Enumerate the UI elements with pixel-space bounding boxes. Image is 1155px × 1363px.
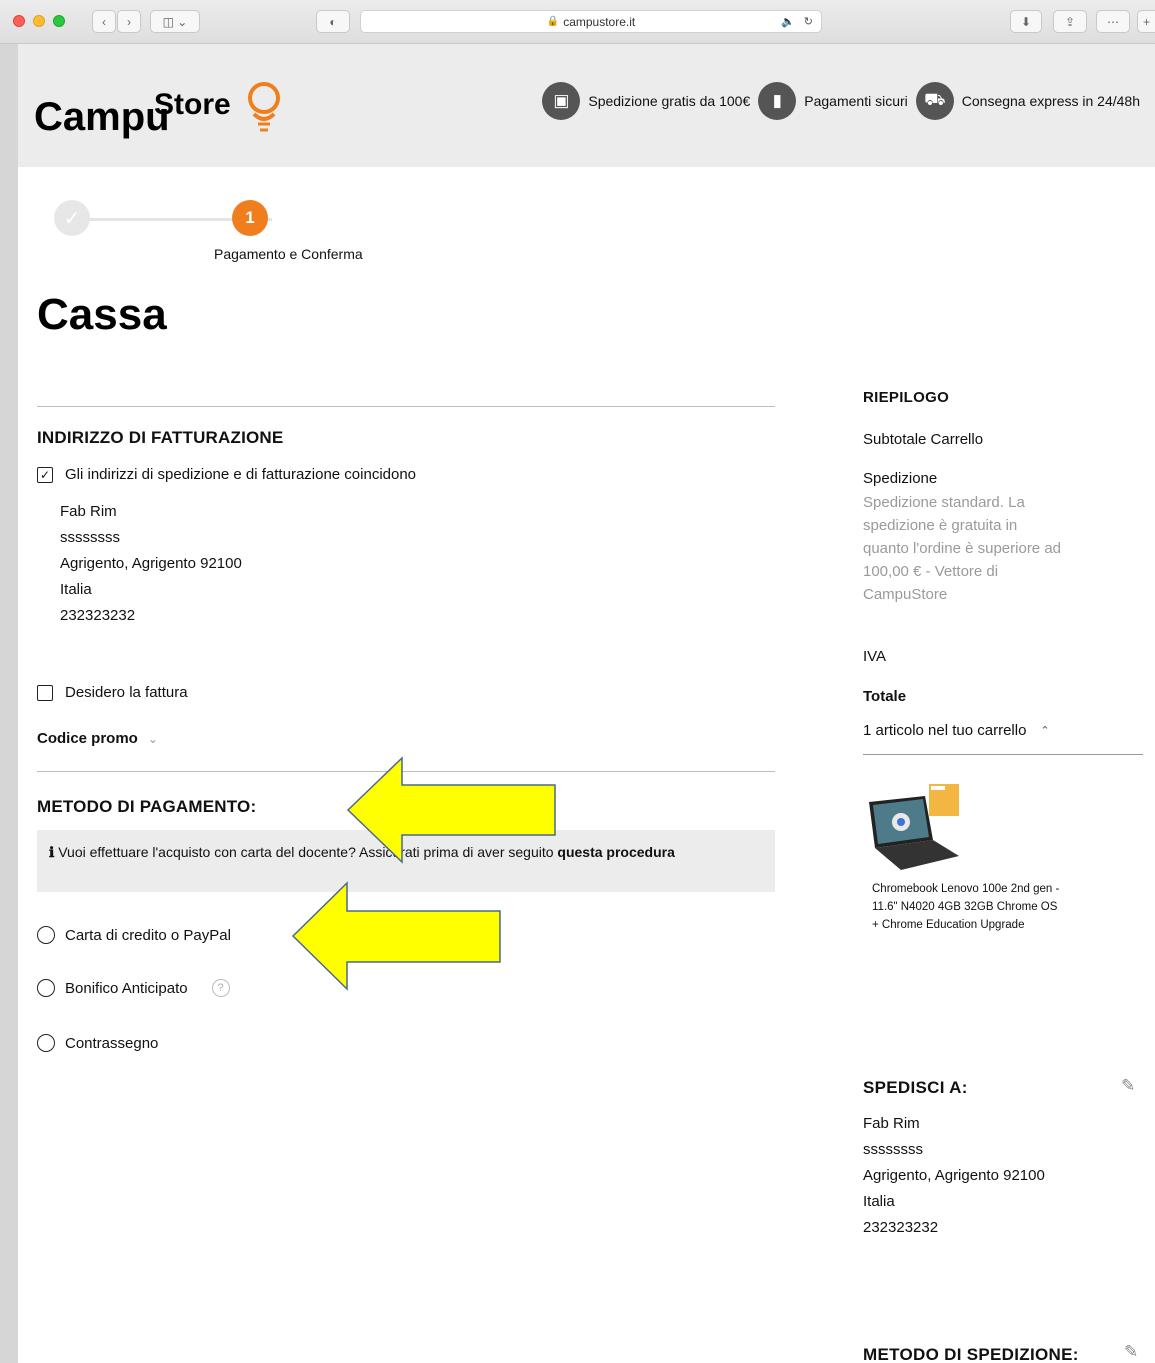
svg-text:Campu: Campu xyxy=(34,95,170,139)
info-icon: ℹ xyxy=(49,844,55,860)
address-bar[interactable]: 🔒 campustore.it 🔈 ↻ xyxy=(360,10,822,33)
product-name: Chromebook Lenovo 100e 2nd gen - 11.6" N… xyxy=(872,883,1060,931)
back-icon[interactable]: ‹ xyxy=(92,10,116,33)
share-icon[interactable]: ⇪ xyxy=(1053,10,1087,33)
product-thumbnail[interactable] xyxy=(863,782,963,874)
checkmark-icon[interactable]: ✓ xyxy=(54,200,90,236)
same-address-label: Gli indirizzi di spedizione e di fattura… xyxy=(65,466,417,483)
download-icon[interactable]: ⬇ xyxy=(1010,10,1042,33)
zoom-window-button[interactable] xyxy=(53,15,65,27)
summary-title: RIEPILOGO xyxy=(863,389,950,406)
url-text: campustore.it xyxy=(563,14,636,29)
shipping-address: Fab Rim ssssssss Agrigento, Agrigento 92… xyxy=(863,1111,1045,1241)
address-line: Fab Rim xyxy=(863,1115,920,1132)
card-icon: ▮ xyxy=(758,82,797,120)
help-icon[interactable]: ? xyxy=(211,979,230,997)
same-address-checkbox-row[interactable]: ✓ Gli indirizzi di spedizione e di fattu… xyxy=(37,466,416,483)
sidebar-toggle-icon[interactable]: ◫ ⌄ xyxy=(150,10,200,33)
address-line: Agrigento, Agrigento 92100 xyxy=(863,1167,1045,1184)
subtotal-label: Subtotale Carrello xyxy=(863,431,984,448)
browser-toolbar: ‹ › ◫ ⌄ ◐ 🔒 campustore.it 🔈 ↻ ⬇ ⇪ ⋯ + xyxy=(0,0,1155,44)
cart-items-toggle[interactable]: 1 articolo nel tuo carrello ⌃ xyxy=(863,722,1050,739)
current-step-label: Pagamento e Conferma xyxy=(214,246,363,262)
payment-option-cash-on-delivery[interactable]: Contrassegno xyxy=(37,1034,158,1052)
address-line: ssssssss xyxy=(60,529,120,546)
payment-option-label: Bonifico Anticipato xyxy=(65,979,188,997)
forward-icon[interactable]: › xyxy=(117,10,141,33)
usp-secure-payments: ▮ Pagamenti sicuri xyxy=(758,82,908,120)
payment-title: METODO DI PAGAMENTO: xyxy=(37,797,257,816)
shipping-label: Spedizione xyxy=(863,470,938,487)
new-tab-icon[interactable]: + xyxy=(1137,10,1155,33)
billing-address: Fab Rim ssssssss Agrigento, Agrigento 92… xyxy=(60,499,242,629)
shipping-note: Spedizione standard. La spedizione è gra… xyxy=(863,494,1062,603)
divider xyxy=(37,406,775,407)
usp-label: Pagamenti sicuri xyxy=(804,93,908,109)
truck-icon: ⛟ xyxy=(915,82,954,120)
address-line: Agrigento, Agrigento 92100 xyxy=(60,555,242,572)
address-line: ssssssss xyxy=(863,1141,923,1158)
usp-label: Spedizione gratis da 100€ xyxy=(588,93,751,109)
chevron-up-icon: ⌃ xyxy=(1040,725,1050,737)
cart-items-label: 1 articolo nel tuo carrello xyxy=(863,722,1027,739)
annotation-arrow-left xyxy=(346,756,556,864)
promo-code-toggle[interactable]: Codice promo ⌄ xyxy=(37,730,158,747)
payment-option-card-paypal[interactable]: Carta di credito o PayPal xyxy=(37,926,231,944)
radio-button[interactable] xyxy=(37,979,55,997)
invoice-checkbox-row[interactable]: Desidero la fattura xyxy=(37,684,188,701)
close-window-button[interactable] xyxy=(13,15,25,27)
radio-button[interactable] xyxy=(37,1034,55,1052)
total-label: Totale xyxy=(863,688,907,705)
campustore-logo[interactable]: Campu Store xyxy=(34,62,304,152)
usp-bar: ▣ Spedizione gratis da 100€ ▮ Pagamenti … xyxy=(542,82,1140,120)
usp-label: Consegna express in 24/48h xyxy=(961,93,1140,109)
privacy-shield-icon[interactable]: ◐ xyxy=(316,10,350,33)
shipping-method-title: METODO DI SPEDIZIONE: xyxy=(863,1345,1079,1363)
site-header: Campu Store ▣ Spedizione gratis da 100€ … xyxy=(18,44,1155,167)
current-step-badge: 1 xyxy=(232,200,268,236)
payment-option-bank-transfer[interactable]: Bonifico Anticipato ? xyxy=(37,979,230,997)
edit-icon[interactable]: ✎ xyxy=(1121,1076,1135,1096)
speaker-icon[interactable]: 🔈 xyxy=(781,16,795,28)
promo-label: Codice promo xyxy=(37,730,138,747)
vat-label: IVA xyxy=(863,648,887,665)
address-line: 232323232 xyxy=(60,607,136,624)
divider xyxy=(863,754,1143,755)
invoice-label: Desidero la fattura xyxy=(65,684,188,701)
chevron-down-icon: ⌄ xyxy=(147,731,158,746)
usp-express-delivery: ⛟ Consegna express in 24/48h xyxy=(915,82,1140,120)
window-edge xyxy=(0,44,18,1363)
radio-button[interactable] xyxy=(37,926,55,944)
address-line: Italia xyxy=(60,581,92,598)
address-line: Italia xyxy=(863,1193,895,1210)
payment-option-label: Contrassegno xyxy=(65,1034,159,1052)
same-address-checkbox[interactable]: ✓ xyxy=(37,466,53,483)
address-line: 232323232 xyxy=(863,1219,939,1236)
box-icon: ▣ xyxy=(542,82,581,120)
annotation-arrow-left xyxy=(291,881,501,991)
payment-option-label: Carta di credito o PayPal xyxy=(65,926,231,944)
procedure-link[interactable]: questa procedura xyxy=(557,844,674,860)
lock-icon: 🔒 xyxy=(546,16,560,27)
minimize-window-button[interactable] xyxy=(33,15,45,27)
checkout-progress: ✓ 1 Pagamento e Conferma xyxy=(54,200,414,270)
ship-to-title: SPEDISCI A: xyxy=(863,1078,968,1097)
address-line: Fab Rim xyxy=(60,503,117,520)
edit-icon[interactable]: ✎ xyxy=(1124,1342,1138,1362)
billing-title: INDIRIZZO DI FATTURAZIONE xyxy=(37,428,284,447)
tab-overview-icon[interactable]: ⋯ xyxy=(1096,10,1130,33)
usp-free-shipping: ▣ Spedizione gratis da 100€ xyxy=(542,82,750,120)
svg-text:Store: Store xyxy=(154,88,231,121)
page-title: Cassa xyxy=(37,290,167,339)
invoice-checkbox[interactable] xyxy=(37,684,53,701)
reload-icon[interactable]: ↻ xyxy=(804,16,813,28)
